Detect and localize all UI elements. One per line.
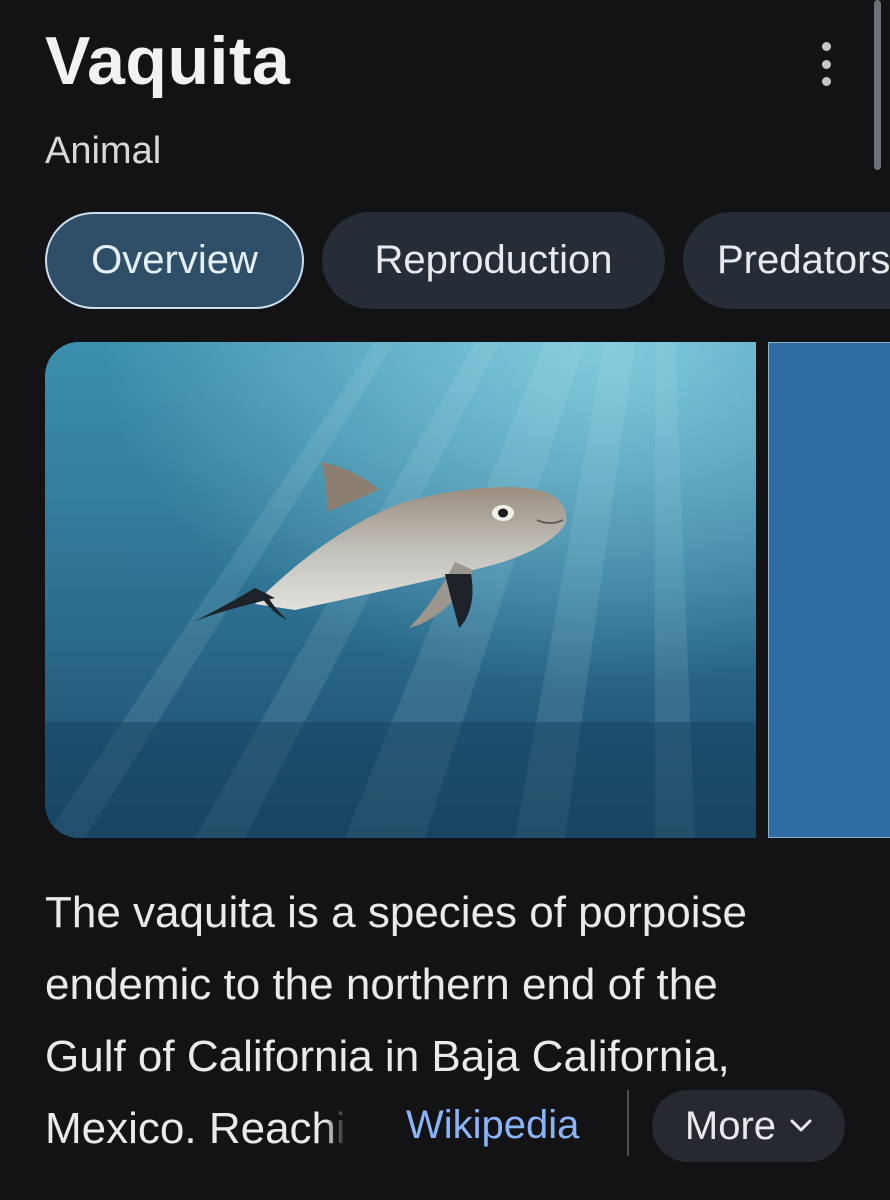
tab-label: Overview: [91, 238, 258, 282]
kebab-dot: [821, 77, 831, 86]
description-line: Gulf of California in Baja California,: [45, 1032, 730, 1081]
tab-bar: Overview Reproduction Predators: [45, 212, 890, 309]
tab-reproduction[interactable]: Reproduction: [322, 212, 665, 309]
tab-label: Predators: [717, 238, 890, 282]
entity-title: Vaquita: [45, 23, 291, 99]
description-text-faded: hi: [312, 1093, 346, 1165]
tab-label: Reproduction: [374, 238, 613, 282]
description-line: The vaquita is a species of porpoise: [45, 888, 747, 937]
more-vert-icon[interactable]: [812, 42, 840, 86]
kebab-dot: [821, 59, 831, 69]
description-line: endemic to the northern end of the: [45, 960, 718, 1009]
wikipedia-link[interactable]: Wikipedia: [406, 1098, 580, 1152]
next-image[interactable]: [768, 342, 890, 838]
tab-predators[interactable]: Predators: [683, 212, 890, 309]
kebab-dot: [821, 42, 831, 51]
entity-subtitle: Animal: [45, 130, 162, 172]
knowledge-panel: Vaquita Animal Overview Reproduction Pre…: [0, 0, 890, 1200]
more-button-label: More: [684, 1103, 777, 1148]
vaquita-image[interactable]: [45, 342, 756, 838]
divider: [627, 1090, 629, 1156]
more-button[interactable]: More: [652, 1090, 845, 1162]
tab-overview[interactable]: Overview: [45, 212, 304, 309]
scrollbar[interactable]: [874, 0, 881, 170]
description-text: Mexico. Reac: [45, 1104, 312, 1153]
chevron-down-icon: [790, 1119, 812, 1132]
